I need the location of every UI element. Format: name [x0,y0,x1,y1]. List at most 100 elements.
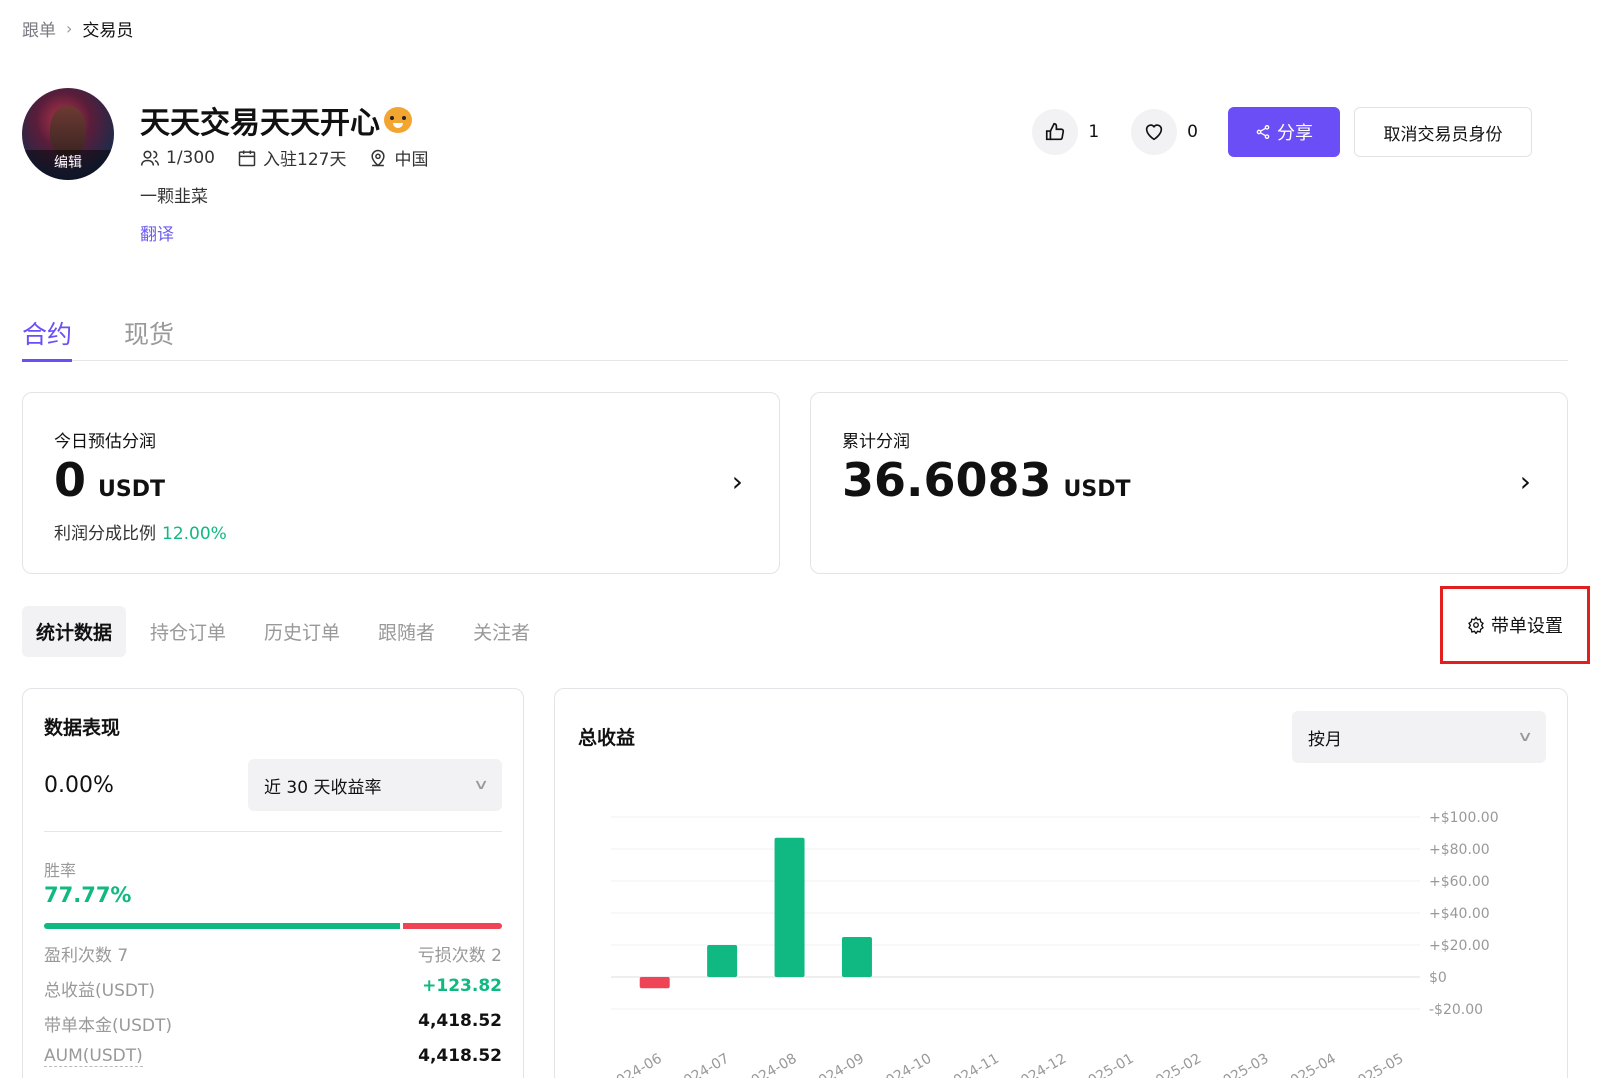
chevron-right-icon[interactable]: › [732,465,743,498]
location-text: 中国 [394,150,429,170]
favorite-button[interactable]: 0 [1131,109,1198,155]
followers-meta: 1/300 [140,148,215,168]
today-profit-value: 0 USDT [54,453,165,507]
profit-share-ratio: 利润分成比例 12.00% [54,519,227,544]
heart-icon [1146,124,1163,141]
stat-row-aum: AUM(USDT) 4,418.52 [44,1046,502,1067]
profit-count: 盈利次数 7 [44,946,129,966]
y-tick-label: +$40.00 [1429,906,1490,922]
total-profit-unit: USDT [1063,477,1131,502]
profile-meta: 1/300 入驻127天 中国 [140,145,428,170]
main-tabs: 合约 现货 [22,305,1568,362]
avatar[interactable]: 编辑 [22,88,114,180]
divider [44,831,502,832]
total-profit-card[interactable]: 累计分润 36.6083 USDT › [810,392,1568,574]
stat-key[interactable]: AUM(USDT) [44,1046,143,1067]
stat-value: 4,418.52 [418,1011,502,1031]
copy-trading-settings-button[interactable]: 带单设置 [1440,586,1590,664]
today-profit-number: 0 [54,453,87,507]
like-count: 1 [1088,122,1100,142]
translate-link[interactable]: 翻译 [140,220,174,245]
x-tick-label: 2024-07 [673,1051,732,1078]
y-tick-label: -$20.00 [1429,1002,1483,1018]
profile-name: 天天交易天天开心 [140,106,380,141]
tab-statistics[interactable]: 统计数据 [22,606,127,657]
avatar-edit-label[interactable]: 编辑 [22,150,114,180]
favorite-count: 0 [1187,122,1198,142]
y-tick-label: $0 [1429,970,1447,986]
stat-key: 总收益(USDT) [44,981,155,1001]
x-tick-label: 2025-04 [1280,1051,1339,1078]
share-button[interactable]: 分享 [1228,107,1340,157]
tab-order-history[interactable]: 历史订单 [250,606,354,657]
tiger-icon [384,107,412,133]
bar[interactable] [774,837,805,977]
total-profit-label: 累计分润 [842,432,910,452]
cancel-trader-button[interactable]: 取消交易员身份 [1354,107,1532,157]
performance-card: 数据表现 0.00% 近 30 天收益率 ∨ 胜率 77.77% 盈利次数 7 … [22,688,524,1078]
stat-key: 带单本金(USDT) [44,1016,172,1036]
share-icon [1256,125,1270,139]
performance-period-select[interactable]: 近 30 天收益率 ∨ [248,759,502,811]
profile-bio: 一颗韭菜 [140,187,208,207]
location-meta: 中国 [368,145,428,170]
stat-row-principal: 带单本金(USDT) 4,418.52 [44,1011,502,1036]
x-tick-label: 2025-02 [1145,1051,1204,1078]
y-tick-label: +$100.00 [1429,810,1499,826]
tab-contract[interactable]: 合约 [22,305,73,362]
x-tick-label: 2024-09 [808,1051,867,1078]
today-profit-label: 今日预估分润 [54,432,156,452]
chevron-right-icon[interactable]: › [1520,465,1531,498]
y-tick-label: +$80.00 [1429,842,1490,858]
x-tick-label: 2024-11 [943,1051,1002,1078]
tab-spot[interactable]: 现货 [124,305,174,361]
stat-row-total-pnl: 总收益(USDT) +123.82 [44,976,502,1001]
x-tick-label: 2024-12 [1011,1051,1070,1078]
win-rate-bar [44,923,502,929]
x-tick-label: 2024-08 [741,1051,800,1078]
x-tick-label: 2025-05 [1348,1051,1407,1078]
bar[interactable] [707,945,738,977]
tab-positions[interactable]: 持仓订单 [136,606,240,657]
win-rate-value: 77.77% [44,883,132,907]
location-icon [371,149,386,166]
performance-title: 数据表现 [44,717,121,739]
today-profit-card[interactable]: 今日预估分润 0 USDT 利润分成比例 12.00% › [22,392,780,574]
y-tick-label: +$60.00 [1429,874,1490,890]
breadcrumb-root[interactable]: 跟单 [22,16,56,41]
win-rate-bar-profit [44,923,401,929]
tab-watchers[interactable]: 关注者 [459,606,544,657]
profile-actions: 1 0 分享 取消交易员身份 [1032,107,1532,157]
users-icon [140,150,160,166]
joined-meta: 入驻127天 [237,145,346,170]
win-rate-label: 胜率 [44,861,77,880]
today-profit-unit: USDT [98,477,165,502]
breadcrumb: 跟单 › 交易员 [22,16,133,41]
avatar-image [50,106,86,156]
followers-count: 1/300 [166,147,215,168]
loss-count: 亏损次数 2 [417,946,502,966]
win-loss-counts: 盈利次数 7 亏损次数 2 [44,941,502,966]
total-profit-value: 36.6083 USDT [842,453,1131,507]
bar[interactable] [841,937,872,977]
total-profit-number: 36.6083 [842,453,1052,507]
win-rate-bar-loss [403,923,502,929]
chevron-right-icon: › [66,19,73,38]
total-pnl-chart-card: 总收益 按月 ∨ +$100.00 +$80.00 +$60.00 +$40.00 +$… [554,688,1568,1078]
performance-period-label: 近 30 天收益率 [264,777,382,798]
x-tick-label: 2024-10 [876,1051,935,1078]
share-label: 分享 [1277,123,1313,144]
stat-value: 4,418.52 [418,1046,502,1066]
breadcrumb-current: 交易员 [82,21,134,41]
bar[interactable] [639,977,670,989]
x-tick-label: 2025-01 [1078,1051,1137,1078]
like-button[interactable]: 1 [1032,109,1099,155]
x-tick-label: 2024-06 [606,1051,665,1078]
stat-value: +123.82 [422,976,502,996]
thumbs-up-icon [1046,122,1065,141]
pnl-bar-chart: +$100.00 +$80.00 +$60.00 +$40.00 +$20.00 $0 -$… [606,810,1499,1078]
profit-share-ratio-label: 利润分成比例 [54,524,156,544]
gear-icon [1468,616,1484,634]
tab-followers[interactable]: 跟随者 [364,606,449,657]
y-tick-label: +$20.00 [1429,938,1490,954]
